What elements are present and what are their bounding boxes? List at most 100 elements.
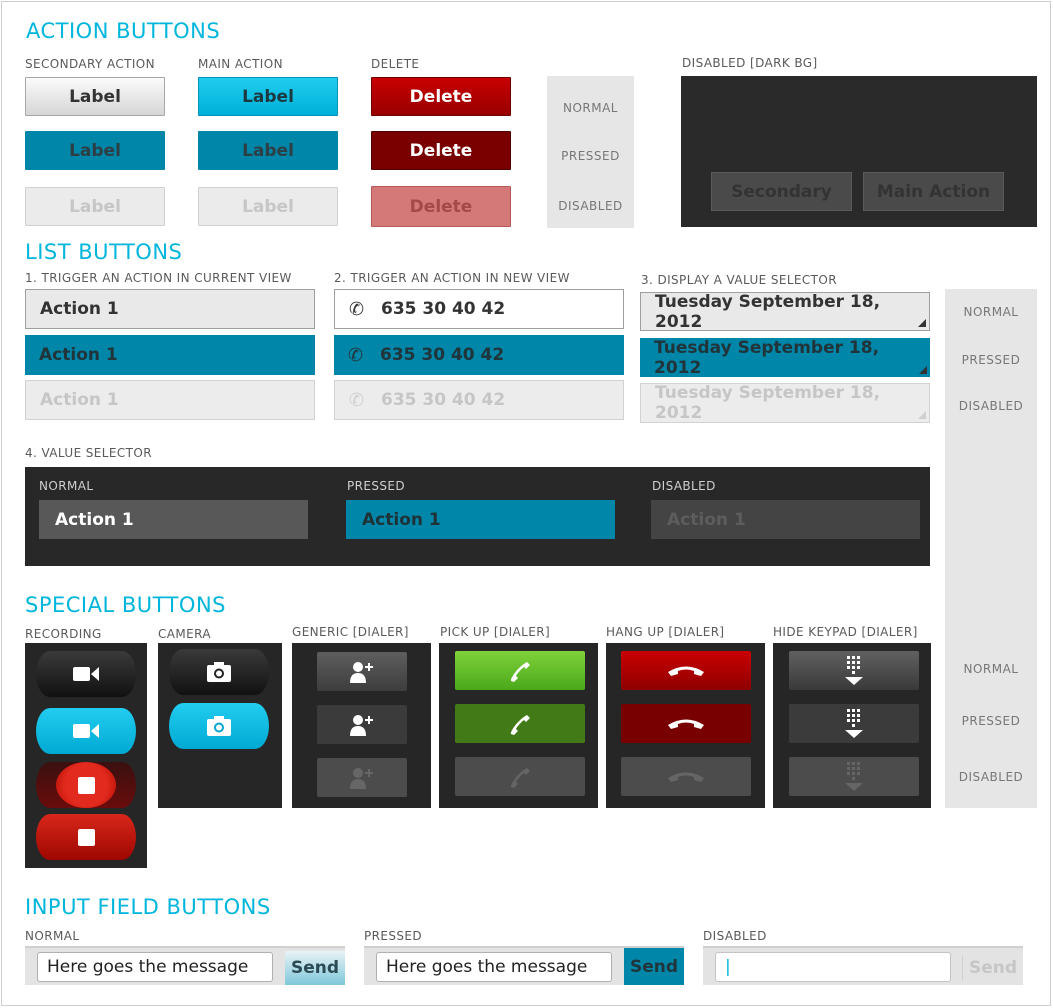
phone-icon: ✆ [349, 389, 365, 411]
state-label-pressed: PRESSED [961, 353, 1021, 367]
vs-option-normal[interactable]: Action 1 [39, 500, 308, 539]
message-input-empty[interactable]: | [715, 952, 951, 982]
state-label-normal: NORMAL [963, 305, 1019, 319]
add-contact-button-pressed[interactable] [317, 705, 407, 744]
list-button-current-view-disabled: Action 1 [25, 380, 315, 420]
send-button-normal[interactable]: Send [285, 951, 345, 985]
pickup-button-pressed[interactable] [455, 704, 585, 743]
text-cursor: | [725, 957, 731, 977]
add-contact-icon [350, 714, 373, 736]
state-label-pressed: PRESSED [961, 714, 1021, 728]
caption-input-normal: NORMAL [25, 929, 80, 943]
vs-option-disabled: Action 1 [651, 500, 920, 539]
input-row-pressed: Here goes the message Send [364, 946, 684, 985]
generic-dialer-panel [292, 643, 431, 808]
phone-pickup-icon [510, 714, 530, 735]
phone-hangup-icon [668, 772, 704, 782]
pickup-button-normal[interactable] [455, 651, 585, 690]
delete-button-pressed[interactable]: Delete [371, 131, 511, 170]
caption-display-value-selector: 3. DISPLAY A VALUE SELECTOR [641, 273, 837, 287]
send-button-pressed[interactable]: Send [624, 948, 684, 985]
value-selector-button-normal[interactable]: Tuesday September 18, 2012 [640, 292, 930, 332]
camera-icon [207, 662, 231, 682]
hangup-button-disabled [621, 757, 751, 796]
date-value: Tuesday September 18, 2012 [655, 383, 881, 423]
state-label-disabled: DISABLED [958, 399, 1024, 413]
state-label-pressed: PRESSED [561, 149, 620, 163]
message-input[interactable]: Here goes the message [37, 952, 273, 982]
hide-keypad-icon [845, 761, 863, 791]
send-button-disabled: Send [968, 958, 1018, 978]
state-label-normal: NORMAL [963, 662, 1019, 676]
hangup-button-pressed[interactable] [621, 704, 751, 743]
state-label-disabled: DISABLED [558, 199, 623, 213]
main-action-button-pressed[interactable]: Label [198, 131, 338, 170]
vs-caption-disabled: DISABLED [652, 479, 716, 493]
value-selector-button-disabled: Tuesday September 18, 2012 [640, 383, 930, 423]
secondary-button-normal[interactable]: Label [25, 77, 165, 116]
caption-hangup-dialer: HANG UP [DIALER] [606, 625, 725, 639]
camera-button-normal[interactable] [169, 649, 269, 695]
date-value: Tuesday September 18, 2012 [654, 337, 880, 378]
list-button-new-view-normal[interactable]: ✆ 635 30 40 42 [334, 289, 624, 329]
dark-secondary-button-disabled: Secondary [711, 172, 852, 211]
main-action-button-disabled: Label [198, 187, 338, 226]
caption-hide-keypad-dialer: HIDE KEYPAD [DIALER] [773, 625, 918, 639]
hangup-button-normal[interactable] [621, 651, 751, 690]
video-camera-icon [73, 667, 99, 681]
caption-main-action: MAIN ACTION [198, 57, 283, 71]
caption-generic-dialer: GENERIC [DIALER] [292, 625, 409, 639]
state-label-normal: NORMAL [562, 101, 618, 115]
caption-input-pressed: PRESSED [364, 929, 423, 943]
list-and-special-states-column: NORMAL PRESSED DISABLED NORMAL PRESSED D… [945, 289, 1037, 808]
section-title-action-buttons: ACTION BUTTONS [26, 19, 221, 43]
dark-main-action-button-disabled: Main Action [863, 172, 1004, 211]
section-title-input-field-buttons: INPUT FIELD BUTTONS [25, 895, 271, 919]
value-selector-button-pressed[interactable]: Tuesday September 18, 2012 [640, 337, 930, 378]
stop-icon [77, 776, 95, 794]
hide-keypad-button-normal[interactable] [789, 651, 919, 690]
action-states-column: NORMAL PRESSED DISABLED [547, 76, 634, 228]
hide-keypad-button-disabled [789, 757, 919, 796]
add-contact-button-disabled [317, 758, 407, 797]
phone-hangup-icon [668, 719, 704, 729]
value-selector-panel: NORMAL PRESSED DISABLED Action 1 Action … [25, 467, 930, 566]
phone-number: 635 30 40 42 [381, 299, 506, 319]
caption-value-selector: 4. VALUE SELECTOR [25, 446, 152, 460]
dark-bg-panel: Secondary Main Action [681, 76, 1037, 227]
state-label-disabled: DISABLED [958, 770, 1024, 784]
record-video-button-normal[interactable] [36, 651, 136, 697]
phone-pickup-icon [510, 767, 530, 788]
input-row-disabled: | Send [703, 946, 1023, 985]
record-video-button-pressed[interactable] [36, 708, 136, 754]
video-camera-icon [73, 724, 99, 738]
record-indicator [56, 762, 116, 808]
delete-button-normal[interactable]: Delete [371, 77, 511, 116]
list-button-current-view-normal[interactable]: Action 1 [25, 289, 315, 329]
stop-recording-button-normal[interactable] [36, 762, 136, 808]
list-button-new-view-pressed[interactable]: ✆ 635 30 40 42 [334, 335, 624, 375]
stop-recording-button-pressed[interactable] [36, 814, 136, 860]
camera-button-pressed[interactable] [169, 703, 269, 749]
caption-camera: CAMERA [158, 627, 211, 641]
pickup-dialer-panel [439, 643, 598, 808]
message-input[interactable]: Here goes the message [376, 952, 612, 982]
caption-recording: RECORDING [25, 627, 102, 641]
add-contact-button-normal[interactable] [317, 652, 407, 691]
delete-button-disabled: Delete [371, 186, 511, 227]
list-button-current-view-pressed[interactable]: Action 1 [25, 335, 315, 375]
camera-panel [158, 643, 282, 808]
hide-keypad-button-pressed[interactable] [789, 704, 919, 743]
main-action-button-normal[interactable]: Label [198, 77, 338, 116]
phone-icon: ✆ [348, 344, 364, 366]
vs-option-pressed[interactable]: Action 1 [346, 500, 615, 539]
caption-trigger-current-view: 1. TRIGGER AN ACTION IN CURRENT VIEW [25, 271, 292, 285]
caption-input-disabled: DISABLED [703, 929, 767, 943]
camera-icon [207, 716, 231, 736]
hangup-dialer-panel [606, 643, 765, 808]
input-row-normal: Here goes the message Send [25, 946, 345, 985]
secondary-button-pressed[interactable]: Label [25, 131, 165, 170]
section-title-list-buttons: LIST BUTTONS [25, 240, 183, 264]
caption-delete: DELETE [371, 57, 420, 71]
recording-panel [25, 643, 147, 868]
